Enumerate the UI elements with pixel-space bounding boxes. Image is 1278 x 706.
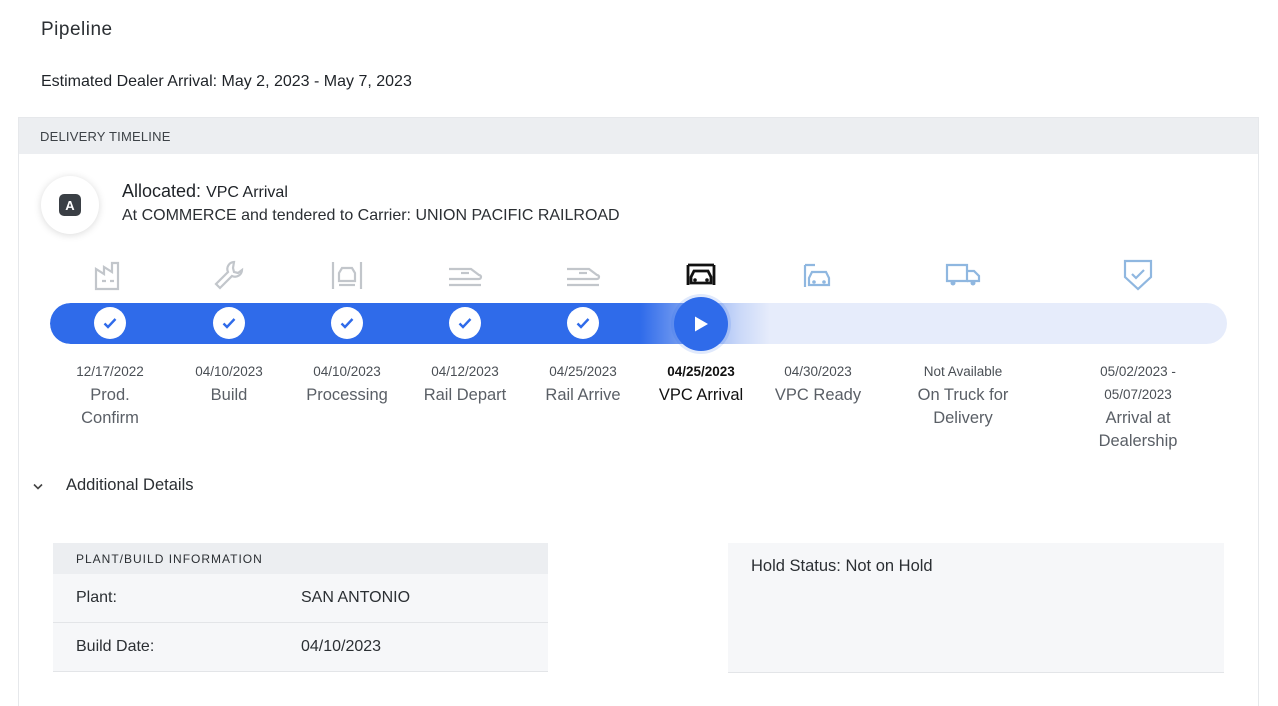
plant-label: Plant: [76, 589, 117, 606]
progress-fill [50, 303, 770, 344]
status-value: VPC Arrival [206, 184, 288, 201]
step-label: On Truck for [917, 386, 1009, 404]
build-date-value: 04/10/2023 [301, 638, 382, 655]
hold-status: Hold Status: Not on Hold [728, 543, 1224, 673]
step-label: Delivery [933, 409, 993, 427]
plant-value: SAN ANTONIO [301, 589, 411, 606]
chevron-down-icon [33, 479, 47, 493]
card-header: DELIVERY TIMELINE [19, 118, 1258, 154]
car-ready-icon [798, 255, 838, 295]
plant-row: Plant: SAN ANTONIO [53, 574, 548, 623]
wrench-icon [209, 255, 249, 295]
status-title: Allocated: VPC Arrival [122, 181, 288, 202]
step-date-end: 05/07/2023 [1104, 387, 1172, 402]
status-description: At COMMERCE and tendered to Carrier: UNI… [122, 207, 620, 224]
factory-icon [90, 255, 130, 295]
status-badge: A [41, 176, 99, 234]
additional-details-toggle[interactable]: Additional Details [33, 476, 194, 495]
check-icon [213, 307, 245, 339]
additional-details-label: Additional Details [66, 476, 194, 494]
estimated-arrival: Estimated Dealer Arrival: May 2, 2023 - … [41, 73, 412, 90]
hold-status-text: Hold Status: Not on Hold [751, 557, 933, 575]
processing-icon [327, 255, 367, 295]
build-date-row: Build Date: 04/10/2023 [53, 623, 548, 672]
train-arrive-icon [563, 255, 603, 295]
plant-build-header: PLANT/BUILD INFORMATION [53, 543, 548, 574]
step-date: Not Available [923, 364, 1003, 379]
build-date-label: Build Date: [76, 638, 155, 655]
check-icon [449, 307, 481, 339]
step-label: Dealership [1098, 432, 1178, 450]
car-arrival-icon [681, 255, 721, 295]
step-label: Arrival at [1105, 409, 1171, 427]
current-step-play-button[interactable] [674, 297, 728, 351]
check-icon [567, 307, 599, 339]
page-title: Pipeline [41, 19, 113, 40]
step-date: 04/30/2023 [784, 364, 852, 379]
check-icon [94, 307, 126, 339]
plant-build-info: PLANT/BUILD INFORMATION Plant: SAN ANTON… [53, 543, 548, 672]
step-date: 05/02/2023 - [1100, 364, 1176, 379]
step-label: VPC Ready [774, 386, 862, 404]
status-letter: A [59, 194, 81, 216]
train-depart-icon [445, 255, 485, 295]
check-icon [331, 307, 363, 339]
step-label: Confirm [81, 409, 139, 427]
shield-check-icon [1118, 255, 1158, 295]
status-label: Allocated: [122, 181, 202, 201]
truck-icon [943, 255, 983, 295]
